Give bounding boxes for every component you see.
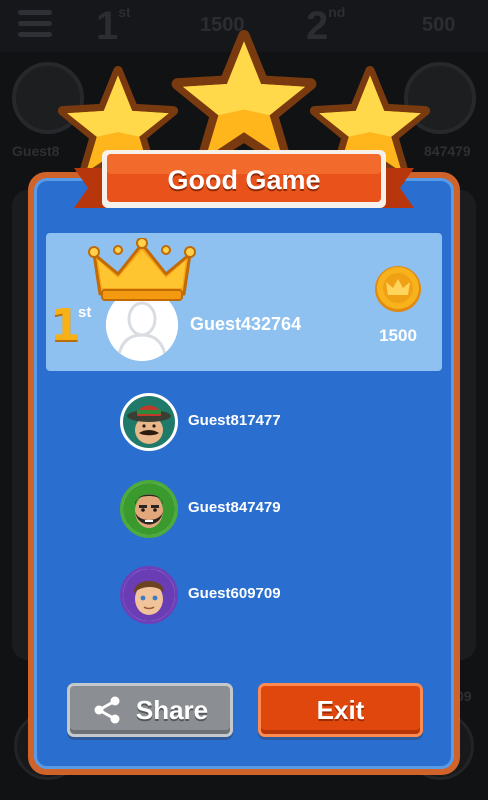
winner-rank: 1 [50, 300, 81, 351]
player-row: Guest847479 [120, 480, 380, 538]
player-name: Guest609709 [188, 585, 281, 602]
player-name: Guest817477 [188, 412, 281, 429]
background-rank-first: 1st [96, 4, 131, 48]
crown-icon [88, 238, 196, 301]
background-score-second: 500 [422, 14, 456, 36]
exit-button[interactable]: Exit [258, 683, 423, 737]
share-icon [92, 695, 122, 725]
player-row: Guest609709 [120, 566, 380, 624]
exit-button-label: Exit [316, 694, 365, 725]
player-row: Guest817477 [120, 393, 380, 451]
bearded-man-avatar-icon [120, 480, 178, 538]
background-player-name-left: Guest8 [12, 143, 60, 159]
winner-name: Guest432764 [190, 314, 302, 334]
dialog-title: Good Game [167, 164, 321, 195]
coin-icon [375, 266, 421, 312]
background-player-name-right: 847479 [424, 143, 471, 159]
sombrero-mustache-avatar-icon [120, 393, 178, 451]
winner-rank-suffix: st [78, 304, 92, 321]
share-button[interactable]: Share [67, 683, 233, 737]
share-button-label: Share [135, 694, 209, 725]
player-name: Guest847479 [188, 499, 281, 516]
winner-coin-value: 1500 [379, 326, 417, 345]
menu-icon [18, 10, 52, 38]
young-man-avatar-icon [120, 566, 178, 624]
